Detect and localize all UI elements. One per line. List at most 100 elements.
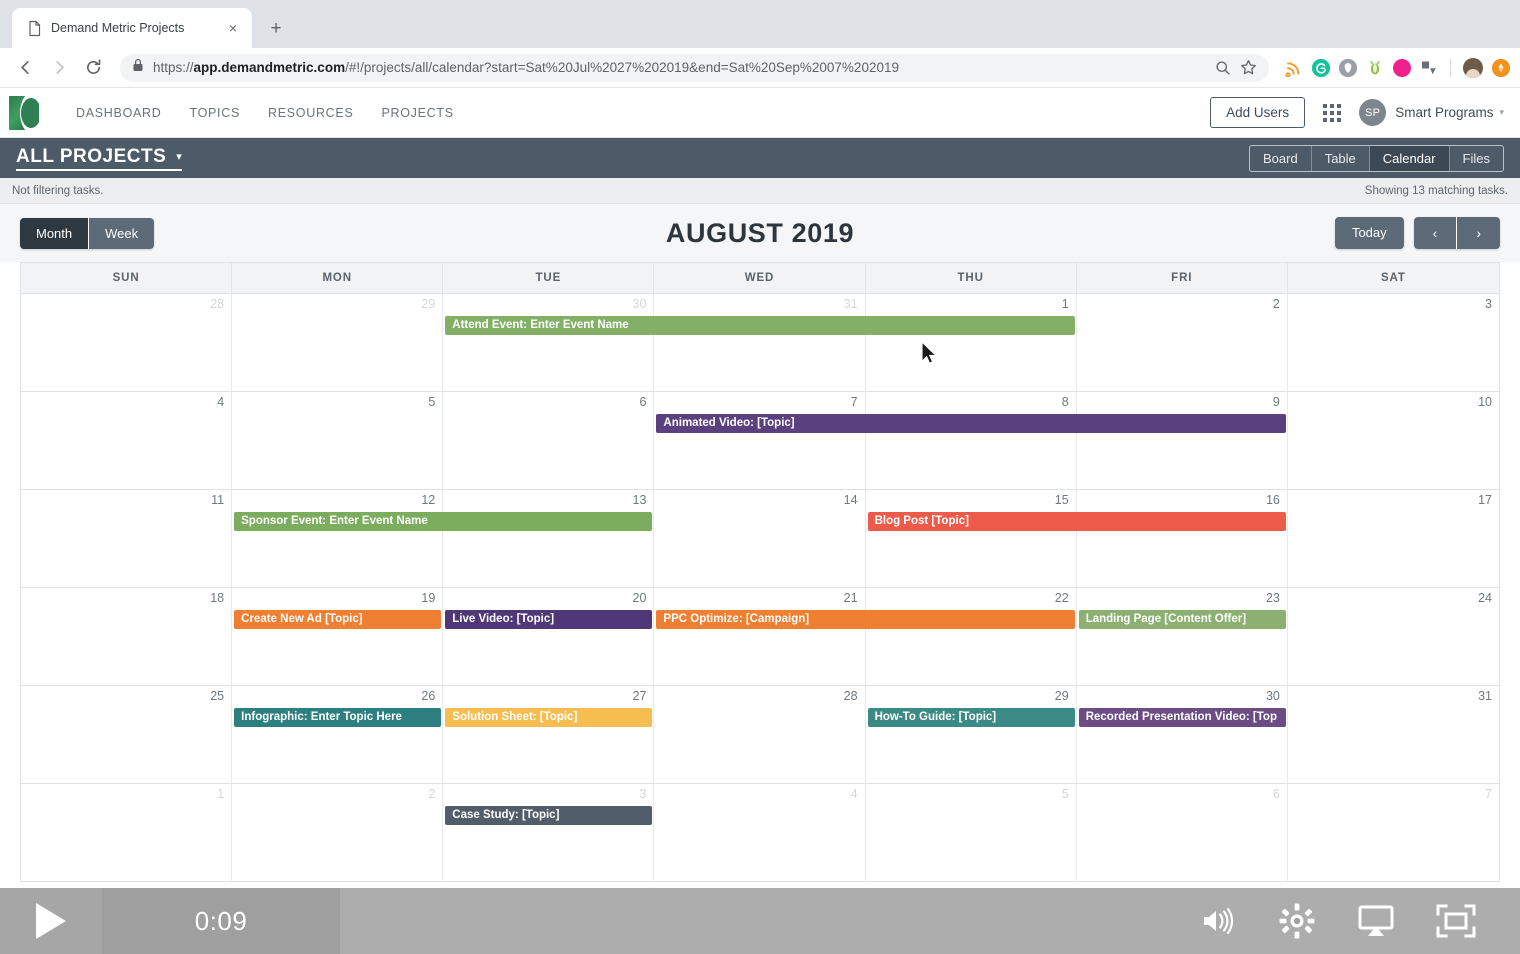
month-view-button[interactable]: Month	[20, 217, 90, 249]
calendar-event[interactable]: How-To Guide: [Topic]	[867, 708, 1075, 727]
progress-scrubber[interactable]	[340, 888, 1198, 954]
calendar-day-cell[interactable]: 21	[654, 588, 866, 686]
tunnelbear-icon[interactable]	[1339, 58, 1357, 77]
calendar-day-cell[interactable]: 28	[21, 294, 233, 392]
calendar-day-cell[interactable]: 4	[21, 392, 233, 490]
new-tab-button[interactable]: +	[262, 14, 290, 42]
project-selector[interactable]: ALL PROJECTS ▾	[16, 146, 183, 171]
week-view-button[interactable]: Week	[89, 217, 155, 249]
calendar-day-cell[interactable]: 3	[1287, 294, 1499, 392]
calendar-day-cell[interactable]: 30	[443, 294, 655, 392]
calendar-event[interactable]: PPC Optimize: [Campaign]	[656, 610, 1075, 629]
calendar-day-cell[interactable]: 10	[1287, 392, 1499, 490]
play-button[interactable]	[0, 888, 102, 954]
nav-item-dashboard[interactable]: DASHBOARD	[62, 89, 175, 137]
calendar-day-cell[interactable]: 2	[232, 784, 444, 882]
browser-tab[interactable]: Demand Metric Projects ×	[12, 8, 252, 48]
address-bar[interactable]: https://app.demandmetric.com/#!/projects…	[120, 53, 1269, 82]
nav-item-resources[interactable]: RESOURCES	[254, 89, 367, 137]
calendar-day-cell[interactable]: 1	[865, 294, 1077, 392]
calendar-day-cell[interactable]: 8	[865, 392, 1077, 490]
calendar-day-cell[interactable]: 23	[1076, 588, 1288, 686]
calendar-day-cell[interactable]: 5	[865, 784, 1077, 882]
calendar-day-cell[interactable]: 16	[1076, 490, 1288, 588]
calendar-day-cell[interactable]: 5	[232, 392, 444, 490]
calendar-event[interactable]: Infographic: Enter Topic Here	[234, 708, 442, 727]
airplay-button[interactable]	[1356, 904, 1396, 938]
demand-metric-logo[interactable]	[0, 88, 48, 138]
calendar-event[interactable]: Solution Sheet: [Topic]	[445, 708, 653, 727]
calendar-day-cell[interactable]: 27	[443, 686, 655, 784]
tab-close-icon[interactable]: ×	[224, 19, 242, 37]
week-day-cells: 25 26 27 28 29 30 31	[21, 686, 1499, 784]
tab-calendar[interactable]: Calendar	[1369, 145, 1450, 171]
rss-feed-icon[interactable]	[1285, 59, 1303, 77]
calendar-day-cell[interactable]: 17	[1287, 490, 1499, 588]
current-time-label: 0:09	[194, 905, 248, 936]
calendar-day-cell[interactable]: 24	[1287, 588, 1499, 686]
next-month-button[interactable]: ›	[1457, 217, 1500, 249]
search-icon[interactable]	[1215, 60, 1231, 76]
prev-month-button[interactable]: ‹	[1413, 217, 1458, 249]
calendar-day-cell[interactable]: 31	[654, 294, 866, 392]
calendar-day-cell[interactable]: 7	[654, 392, 866, 490]
pushbullet-icon[interactable]	[1420, 59, 1438, 77]
volume-button[interactable]	[1198, 904, 1238, 938]
calendar-day-cell[interactable]: 4	[654, 784, 866, 882]
chrome-menu-icon[interactable]	[1492, 58, 1510, 77]
nav-item-topics[interactable]: TOPICS	[175, 89, 254, 137]
calendar-day-cell[interactable]: 26	[232, 686, 444, 784]
calendar-day-cell[interactable]: 29	[232, 294, 444, 392]
calendar-event[interactable]: Attend Event: Enter Event Name	[445, 316, 1075, 335]
calendar-day-cell[interactable]: 15	[865, 490, 1077, 588]
calendar-day-cell[interactable]: 18	[21, 588, 233, 686]
calendar-day-cell[interactable]: 3	[443, 784, 655, 882]
calendar-day-cell[interactable]: 1	[21, 784, 233, 882]
pink-circle-icon[interactable]	[1393, 58, 1411, 77]
calendar-day-cell[interactable]: 6	[1076, 784, 1288, 882]
calendar-event[interactable]: Live Video: [Topic]	[445, 610, 653, 629]
grammarly-icon[interactable]	[1312, 58, 1330, 77]
fullscreen-button[interactable]	[1436, 904, 1476, 938]
settings-button[interactable]	[1278, 902, 1316, 940]
calendar-event[interactable]: Landing Page [Content Offer]	[1078, 610, 1286, 629]
calendar-day-cell[interactable]: 30	[1076, 686, 1288, 784]
calendar-event[interactable]: Blog Post [Topic]	[867, 512, 1286, 531]
tab-files[interactable]: Files	[1450, 146, 1503, 171]
calendar-day-cell[interactable]: 22	[865, 588, 1077, 686]
bookmark-star-icon[interactable]	[1240, 59, 1257, 76]
calendar-event[interactable]: Sponsor Event: Enter Event Name	[234, 512, 653, 531]
nav-item-projects[interactable]: PROJECTS	[367, 89, 467, 137]
tab-board[interactable]: Board	[1250, 145, 1312, 171]
user-menu[interactable]: SP Smart Programs ▾	[1359, 99, 1504, 126]
calendar-day-cell[interactable]: 11	[21, 490, 233, 588]
calendar-day-cell[interactable]: 2	[1076, 294, 1288, 392]
day-number: 31	[843, 297, 858, 311]
calendar-day-cell[interactable]: 7	[1287, 784, 1499, 882]
calendar-day-cell[interactable]: 29	[865, 686, 1077, 784]
calendar-day-cell[interactable]: 13	[443, 490, 655, 588]
calendar-event[interactable]: Animated Video: [Topic]	[656, 414, 1286, 433]
add-users-button[interactable]: Add Users	[1210, 97, 1306, 128]
calendar-day-cell[interactable]: 19	[232, 588, 444, 686]
calendar-day-cell[interactable]: 28	[654, 686, 866, 784]
calendar-event[interactable]: Recorded Presentation Video: [Top	[1078, 708, 1286, 727]
calendar-day-cell[interactable]: 6	[443, 392, 655, 490]
calendar-event[interactable]: Create New Ad [Topic]	[234, 610, 442, 629]
apps-grid-icon[interactable]	[1323, 103, 1342, 122]
calendar-day-cell[interactable]: 31	[1287, 686, 1499, 784]
calendar-day-cell[interactable]: 20	[443, 588, 655, 686]
reload-button[interactable]	[78, 53, 108, 83]
bug-tracker-icon[interactable]	[1366, 59, 1384, 77]
profile-avatar-icon[interactable]	[1463, 57, 1483, 78]
forward-button[interactable]	[44, 53, 74, 83]
calendar-day-cell[interactable]: 25	[21, 686, 233, 784]
calendar-day-cell[interactable]: 9	[1076, 392, 1288, 490]
calendar-event[interactable]: Case Study: [Topic]	[445, 806, 653, 825]
calendar-day-cell[interactable]: 12	[232, 490, 444, 588]
calendar-day-cell[interactable]: 14	[654, 490, 866, 588]
today-button[interactable]: Today	[1334, 217, 1404, 249]
tab-table[interactable]: Table	[1312, 145, 1370, 171]
project-bar: ALL PROJECTS ▾ Board Table Calendar File…	[0, 138, 1520, 178]
back-button[interactable]	[10, 53, 40, 83]
